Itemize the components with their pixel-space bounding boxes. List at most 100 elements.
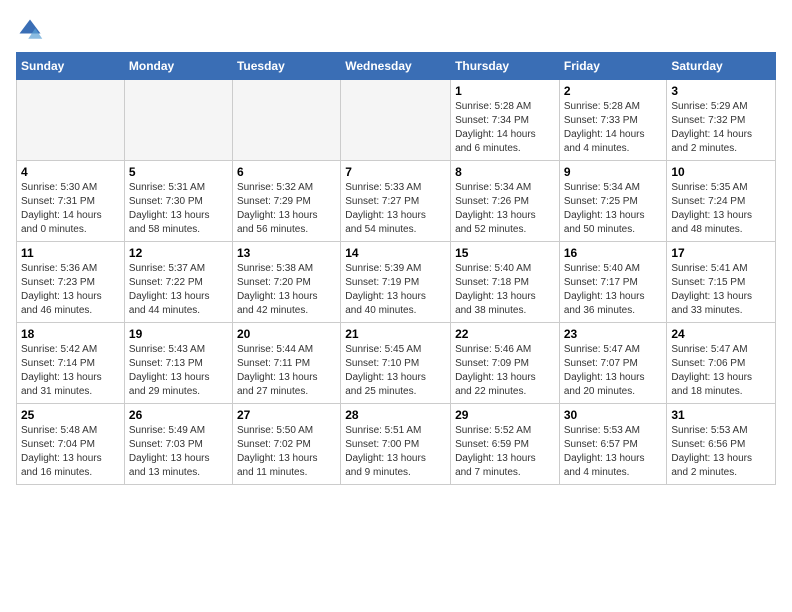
- day-info: Sunrise: 5:37 AM Sunset: 7:22 PM Dayligh…: [129, 262, 228, 318]
- calendar-cell: 12 Sunrise: 5:37 AM Sunset: 7:22 PM Dayli…: [124, 242, 232, 323]
- calendar-cell: 3 Sunrise: 5:29 AM Sunset: 7:32 PM Daylig…: [667, 80, 776, 161]
- calendar-cell: 1Sunrise: 5:28 AM Sunset: 7:34 PM Daylig…: [451, 80, 560, 161]
- calendar-week-1: 1Sunrise: 5:28 AM Sunset: 7:34 PM Daylig…: [17, 80, 776, 161]
- day-number: 10: [671, 165, 771, 179]
- calendar-table: SundayMondayTuesdayWednesdayThursdayFrid…: [16, 52, 776, 485]
- calendar-cell: [341, 80, 451, 161]
- day-number: 30: [564, 408, 663, 422]
- day-number: 26: [129, 408, 228, 422]
- calendar-header-row: SundayMondayTuesdayWednesdayThursdayFrid…: [17, 53, 776, 80]
- day-info: Sunrise: 5:51 AM Sunset: 7:00 PM Dayligh…: [345, 424, 446, 480]
- day-number: 11: [21, 246, 120, 260]
- calendar-cell: 4 Sunrise: 5:30 AM Sunset: 7:31 PM Daylig…: [17, 161, 125, 242]
- column-header-sunday: Sunday: [17, 53, 125, 80]
- day-info: Sunrise: 5:48 AM Sunset: 7:04 PM Dayligh…: [21, 424, 120, 480]
- day-number: 16: [564, 246, 663, 260]
- day-number: 27: [237, 408, 336, 422]
- calendar-cell: [17, 80, 125, 161]
- calendar-cell: 26 Sunrise: 5:49 AM Sunset: 7:03 PM Dayli…: [124, 404, 232, 485]
- column-header-thursday: Thursday: [451, 53, 560, 80]
- logo-icon: [16, 16, 44, 44]
- day-info: Sunrise: 5:42 AM Sunset: 7:14 PM Dayligh…: [21, 343, 120, 399]
- day-number: 12: [129, 246, 228, 260]
- day-info: Sunrise: 5:35 AM Sunset: 7:24 PM Dayligh…: [671, 181, 771, 237]
- calendar-cell: 14 Sunrise: 5:39 AM Sunset: 7:19 PM Dayli…: [341, 242, 451, 323]
- calendar-week-4: 18Sunrise: 5:42 AM Sunset: 7:14 PM Dayli…: [17, 323, 776, 404]
- day-info: Sunrise: 5:28 AM Sunset: 7:33 PM Dayligh…: [564, 100, 663, 156]
- calendar-cell: 31 Sunrise: 5:53 AM Sunset: 6:56 PM Dayli…: [667, 404, 776, 485]
- day-number: 25: [21, 408, 120, 422]
- calendar-week-2: 4 Sunrise: 5:30 AM Sunset: 7:31 PM Daylig…: [17, 161, 776, 242]
- day-number: 6: [237, 165, 336, 179]
- column-header-wednesday: Wednesday: [341, 53, 451, 80]
- day-info: Sunrise: 5:53 AM Sunset: 6:57 PM Dayligh…: [564, 424, 663, 480]
- day-number: 29: [455, 408, 555, 422]
- calendar-cell: 19 Sunrise: 5:43 AM Sunset: 7:13 PM Dayli…: [124, 323, 232, 404]
- day-info: Sunrise: 5:30 AM Sunset: 7:31 PM Dayligh…: [21, 181, 120, 237]
- day-number: 20: [237, 327, 336, 341]
- column-header-saturday: Saturday: [667, 53, 776, 80]
- day-info: Sunrise: 5:32 AM Sunset: 7:29 PM Dayligh…: [237, 181, 336, 237]
- calendar-cell: 17Sunrise: 5:41 AM Sunset: 7:15 PM Dayli…: [667, 242, 776, 323]
- day-number: 4: [21, 165, 120, 179]
- day-info: Sunrise: 5:49 AM Sunset: 7:03 PM Dayligh…: [129, 424, 228, 480]
- day-number: 14: [345, 246, 446, 260]
- day-info: Sunrise: 5:46 AM Sunset: 7:09 PM Dayligh…: [455, 343, 555, 399]
- calendar-cell: 22 Sunrise: 5:46 AM Sunset: 7:09 PM Dayli…: [451, 323, 560, 404]
- page-header: [16, 16, 776, 44]
- logo: [16, 16, 48, 44]
- day-number: 31: [671, 408, 771, 422]
- day-info: Sunrise: 5:43 AM Sunset: 7:13 PM Dayligh…: [129, 343, 228, 399]
- calendar-cell: 18Sunrise: 5:42 AM Sunset: 7:14 PM Dayli…: [17, 323, 125, 404]
- day-info: Sunrise: 5:40 AM Sunset: 7:18 PM Dayligh…: [455, 262, 555, 318]
- day-number: 23: [564, 327, 663, 341]
- day-info: Sunrise: 5:50 AM Sunset: 7:02 PM Dayligh…: [237, 424, 336, 480]
- day-number: 8: [455, 165, 555, 179]
- calendar-cell: 20 Sunrise: 5:44 AM Sunset: 7:11 PM Dayli…: [232, 323, 340, 404]
- day-number: 2: [564, 84, 663, 98]
- day-number: 22: [455, 327, 555, 341]
- calendar-cell: 2 Sunrise: 5:28 AM Sunset: 7:33 PM Daylig…: [559, 80, 667, 161]
- column-header-tuesday: Tuesday: [232, 53, 340, 80]
- calendar-cell: 29 Sunrise: 5:52 AM Sunset: 6:59 PM Dayli…: [451, 404, 560, 485]
- day-info: Sunrise: 5:31 AM Sunset: 7:30 PM Dayligh…: [129, 181, 228, 237]
- day-number: 3: [671, 84, 771, 98]
- day-info: Sunrise: 5:41 AM Sunset: 7:15 PM Dayligh…: [671, 262, 771, 318]
- day-number: 21: [345, 327, 446, 341]
- calendar-cell: 30 Sunrise: 5:53 AM Sunset: 6:57 PM Dayli…: [559, 404, 667, 485]
- day-info: Sunrise: 5:38 AM Sunset: 7:20 PM Dayligh…: [237, 262, 336, 318]
- day-info: Sunrise: 5:44 AM Sunset: 7:11 PM Dayligh…: [237, 343, 336, 399]
- calendar-cell: [232, 80, 340, 161]
- calendar-cell: 13 Sunrise: 5:38 AM Sunset: 7:20 PM Dayli…: [232, 242, 340, 323]
- calendar-cell: 25 Sunrise: 5:48 AM Sunset: 7:04 PM Dayli…: [17, 404, 125, 485]
- column-header-friday: Friday: [559, 53, 667, 80]
- calendar-cell: 8 Sunrise: 5:34 AM Sunset: 7:26 PM Daylig…: [451, 161, 560, 242]
- day-number: 5: [129, 165, 228, 179]
- day-info: Sunrise: 5:36 AM Sunset: 7:23 PM Dayligh…: [21, 262, 120, 318]
- day-number: 13: [237, 246, 336, 260]
- day-number: 1: [455, 84, 555, 98]
- calendar-cell: 21 Sunrise: 5:45 AM Sunset: 7:10 PM Dayli…: [341, 323, 451, 404]
- day-number: 9: [564, 165, 663, 179]
- day-info: Sunrise: 5:39 AM Sunset: 7:19 PM Dayligh…: [345, 262, 446, 318]
- calendar-cell: 6 Sunrise: 5:32 AM Sunset: 7:29 PM Daylig…: [232, 161, 340, 242]
- day-info: Sunrise: 5:34 AM Sunset: 7:26 PM Dayligh…: [455, 181, 555, 237]
- day-info: Sunrise: 5:45 AM Sunset: 7:10 PM Dayligh…: [345, 343, 446, 399]
- calendar-cell: 10 Sunrise: 5:35 AM Sunset: 7:24 PM Dayli…: [667, 161, 776, 242]
- day-info: Sunrise: 5:29 AM Sunset: 7:32 PM Dayligh…: [671, 100, 771, 156]
- day-info: Sunrise: 5:52 AM Sunset: 6:59 PM Dayligh…: [455, 424, 555, 480]
- day-number: 24: [671, 327, 771, 341]
- calendar-cell: 9Sunrise: 5:34 AM Sunset: 7:25 PM Daylig…: [559, 161, 667, 242]
- day-info: Sunrise: 5:53 AM Sunset: 6:56 PM Dayligh…: [671, 424, 771, 480]
- calendar-week-5: 25 Sunrise: 5:48 AM Sunset: 7:04 PM Dayli…: [17, 404, 776, 485]
- calendar-cell: 16Sunrise: 5:40 AM Sunset: 7:17 PM Dayli…: [559, 242, 667, 323]
- day-number: 28: [345, 408, 446, 422]
- calendar-cell: 15 Sunrise: 5:40 AM Sunset: 7:18 PM Dayli…: [451, 242, 560, 323]
- day-number: 15: [455, 246, 555, 260]
- calendar-cell: 7Sunrise: 5:33 AM Sunset: 7:27 PM Daylig…: [341, 161, 451, 242]
- day-number: 7: [345, 165, 446, 179]
- calendar-cell: [124, 80, 232, 161]
- day-number: 19: [129, 327, 228, 341]
- calendar-cell: 11 Sunrise: 5:36 AM Sunset: 7:23 PM Dayli…: [17, 242, 125, 323]
- calendar-cell: 23Sunrise: 5:47 AM Sunset: 7:07 PM Dayli…: [559, 323, 667, 404]
